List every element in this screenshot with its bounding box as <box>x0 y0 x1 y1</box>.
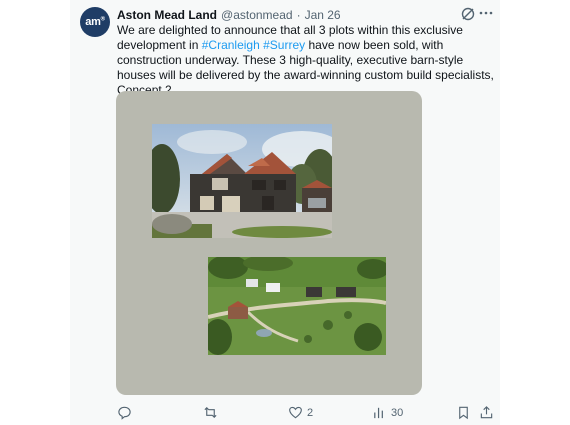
grok-icon[interactable] <box>460 6 476 22</box>
like-icon <box>289 406 302 419</box>
display-name[interactable]: Aston Mead Land <box>117 8 217 22</box>
tweet-media[interactable] <box>116 91 422 395</box>
separator-dot: · <box>296 8 301 22</box>
hashtag-link[interactable]: #Cranleigh <box>202 38 260 52</box>
tweet-card[interactable]: am® Aston Mead Land @astonmead · Jan 26 … <box>70 0 500 425</box>
tweet-header: Aston Mead Land @astonmead · Jan 26 <box>117 7 341 23</box>
views-button[interactable]: 30 <box>372 405 403 420</box>
user-handle[interactable]: @astonmead <box>221 8 293 22</box>
share-icon <box>480 406 493 419</box>
tweet-text: We are delighted to announce that all 3 … <box>117 23 494 97</box>
like-button[interactable]: 2 <box>288 405 313 420</box>
reply-button[interactable] <box>117 405 136 420</box>
reply-icon <box>118 406 131 420</box>
bookmark-icon <box>459 406 468 420</box>
tweet-date[interactable]: Jan 26 <box>305 8 341 22</box>
repost-icon <box>204 407 217 418</box>
barn-house-photo <box>152 124 332 238</box>
views-count: 30 <box>391 406 404 419</box>
left-margin <box>0 0 70 425</box>
bookmark-button[interactable] <box>456 405 471 420</box>
repost-button[interactable] <box>203 405 222 420</box>
right-margin <box>500 0 570 425</box>
avatar[interactable]: am® <box>80 7 110 37</box>
tweet-actions: 2 30 <box>117 405 495 421</box>
aerial-site-photo <box>208 257 386 355</box>
like-count: 2 <box>307 406 314 419</box>
views-icon <box>374 407 383 419</box>
more-icon[interactable] <box>478 5 494 21</box>
share-button[interactable] <box>479 405 494 420</box>
avatar-logo: am® <box>85 16 105 28</box>
hashtag-link[interactable]: #Surrey <box>263 38 305 52</box>
